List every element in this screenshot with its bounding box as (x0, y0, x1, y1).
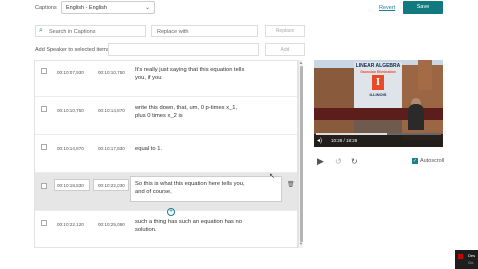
caption-text[interactable]: such a thing has such an equation has no… (135, 218, 245, 234)
add-speaker-label: Add Speaker to selected items (35, 47, 110, 53)
start-time[interactable]: 00:10:22,120 (57, 222, 84, 227)
scrollbar-thumb[interactable] (300, 66, 303, 242)
language-select[interactable]: English - English ⌄ (61, 1, 155, 14)
row-checkbox[interactable] (41, 144, 47, 150)
row-checkbox[interactable] (41, 106, 47, 112)
presenter (408, 104, 424, 130)
slide-title: LINEAR ALGEBRA (355, 63, 401, 69)
play-icon[interactable]: ▶ (317, 156, 324, 167)
autoscroll-label: Autoscroll (420, 158, 445, 164)
caption-row[interactable]: 00:10:14,870 00:10:17,830 equal to 1. (35, 135, 297, 173)
forward-icon[interactable]: ↻ (351, 157, 358, 166)
top-bar: Captions English - English ⌄ Revert Save (0, 0, 478, 18)
video-progress-fill (316, 133, 387, 135)
mouse-cursor-icon: ↖ (269, 173, 275, 180)
scroll-up-icon[interactable]: ▲ (299, 60, 303, 65)
caption-text[interactable]: write this down, that, um, 0 p-times x_1… (135, 104, 245, 120)
caption-text[interactable]: equal to 1. (135, 145, 245, 153)
video-tower (418, 60, 432, 90)
search-input[interactable]: ⌕ Search in Captions (35, 25, 146, 37)
revert-link[interactable]: Revert (379, 5, 395, 11)
video-building-left (314, 68, 354, 138)
add-caption-icon[interactable]: + (167, 208, 175, 216)
start-time: 00:10:18,830 (57, 183, 84, 188)
end-time: 00:10:22,030 (98, 183, 125, 188)
notification-icon (458, 254, 463, 259)
video-player[interactable]: LINEAR ALGEBRA Gaussian Elimination I IL… (314, 60, 443, 147)
replace-input[interactable]: Replace with (151, 25, 258, 37)
caption-row[interactable]: 00:10:10,750 00:10:14,870 write this dow… (35, 97, 297, 135)
notification-title: Des (468, 253, 476, 258)
search-icon: ⌕ (39, 27, 43, 34)
volume-icon[interactable]: ◂) (317, 137, 322, 144)
video-time: 10:28 / 18:28 (331, 138, 358, 143)
start-time[interactable]: 00:10:07,930 (57, 70, 84, 75)
autoscroll-checkbox[interactable]: ✓ (412, 158, 418, 164)
caption-row-active[interactable]: 00:10:18,830 00:10:22,030 So this is wha… (35, 173, 297, 211)
start-time[interactable]: 00:10:14,870 (57, 146, 84, 151)
illinois-logo: I (372, 75, 384, 90)
search-placeholder: Search in Captions (49, 29, 96, 35)
save-button[interactable]: Save (403, 1, 443, 14)
start-time[interactable]: 00:10:10,750 (57, 108, 84, 113)
notification-subtitle: Go (468, 260, 474, 265)
rewind-icon[interactable]: ↺ (335, 157, 342, 166)
caption-row[interactable]: 00:10:07,930 00:10:10,750 It's really ju… (35, 61, 297, 97)
caption-scrollbar[interactable]: ▲ ▼ (298, 60, 303, 248)
trash-icon[interactable]: 🗑 (287, 181, 295, 188)
speaker-input[interactable] (108, 43, 259, 56)
caption-text[interactable]: It's really just saying that this equati… (135, 66, 245, 82)
replace-placeholder: Replace with (157, 29, 189, 35)
language-value: English - English (66, 5, 107, 11)
scroll-down-icon[interactable]: ▼ (299, 241, 303, 246)
end-time[interactable]: 00:10:10,750 (98, 70, 125, 75)
caption-row[interactable]: 00:10:22,120 00:10:25,090 such a thing h… (35, 211, 297, 247)
add-speaker-button[interactable]: Add (265, 43, 305, 56)
captions-label: Captions (35, 5, 57, 11)
caption-list: 00:10:07,930 00:10:10,750 It's really ju… (34, 60, 298, 248)
end-time[interactable]: 00:10:25,090 (98, 222, 125, 227)
chevron-down-icon: ⌄ (144, 5, 150, 11)
caption-text: So this is what this equation here tells… (135, 181, 245, 195)
slide-subtitle: Gaussian Elimination (360, 70, 396, 74)
replace-button[interactable]: Replace (265, 25, 305, 37)
row-checkbox[interactable] (41, 220, 47, 226)
end-time[interactable]: 00:10:14,870 (98, 108, 125, 113)
row-checkbox[interactable] (41, 183, 47, 189)
row-checkbox[interactable] (41, 68, 47, 74)
slide-footer: ILLINOIS (369, 92, 387, 97)
end-time[interactable]: 00:10:17,830 (98, 146, 125, 151)
notification-toast[interactable]: Des Go (455, 250, 478, 269)
